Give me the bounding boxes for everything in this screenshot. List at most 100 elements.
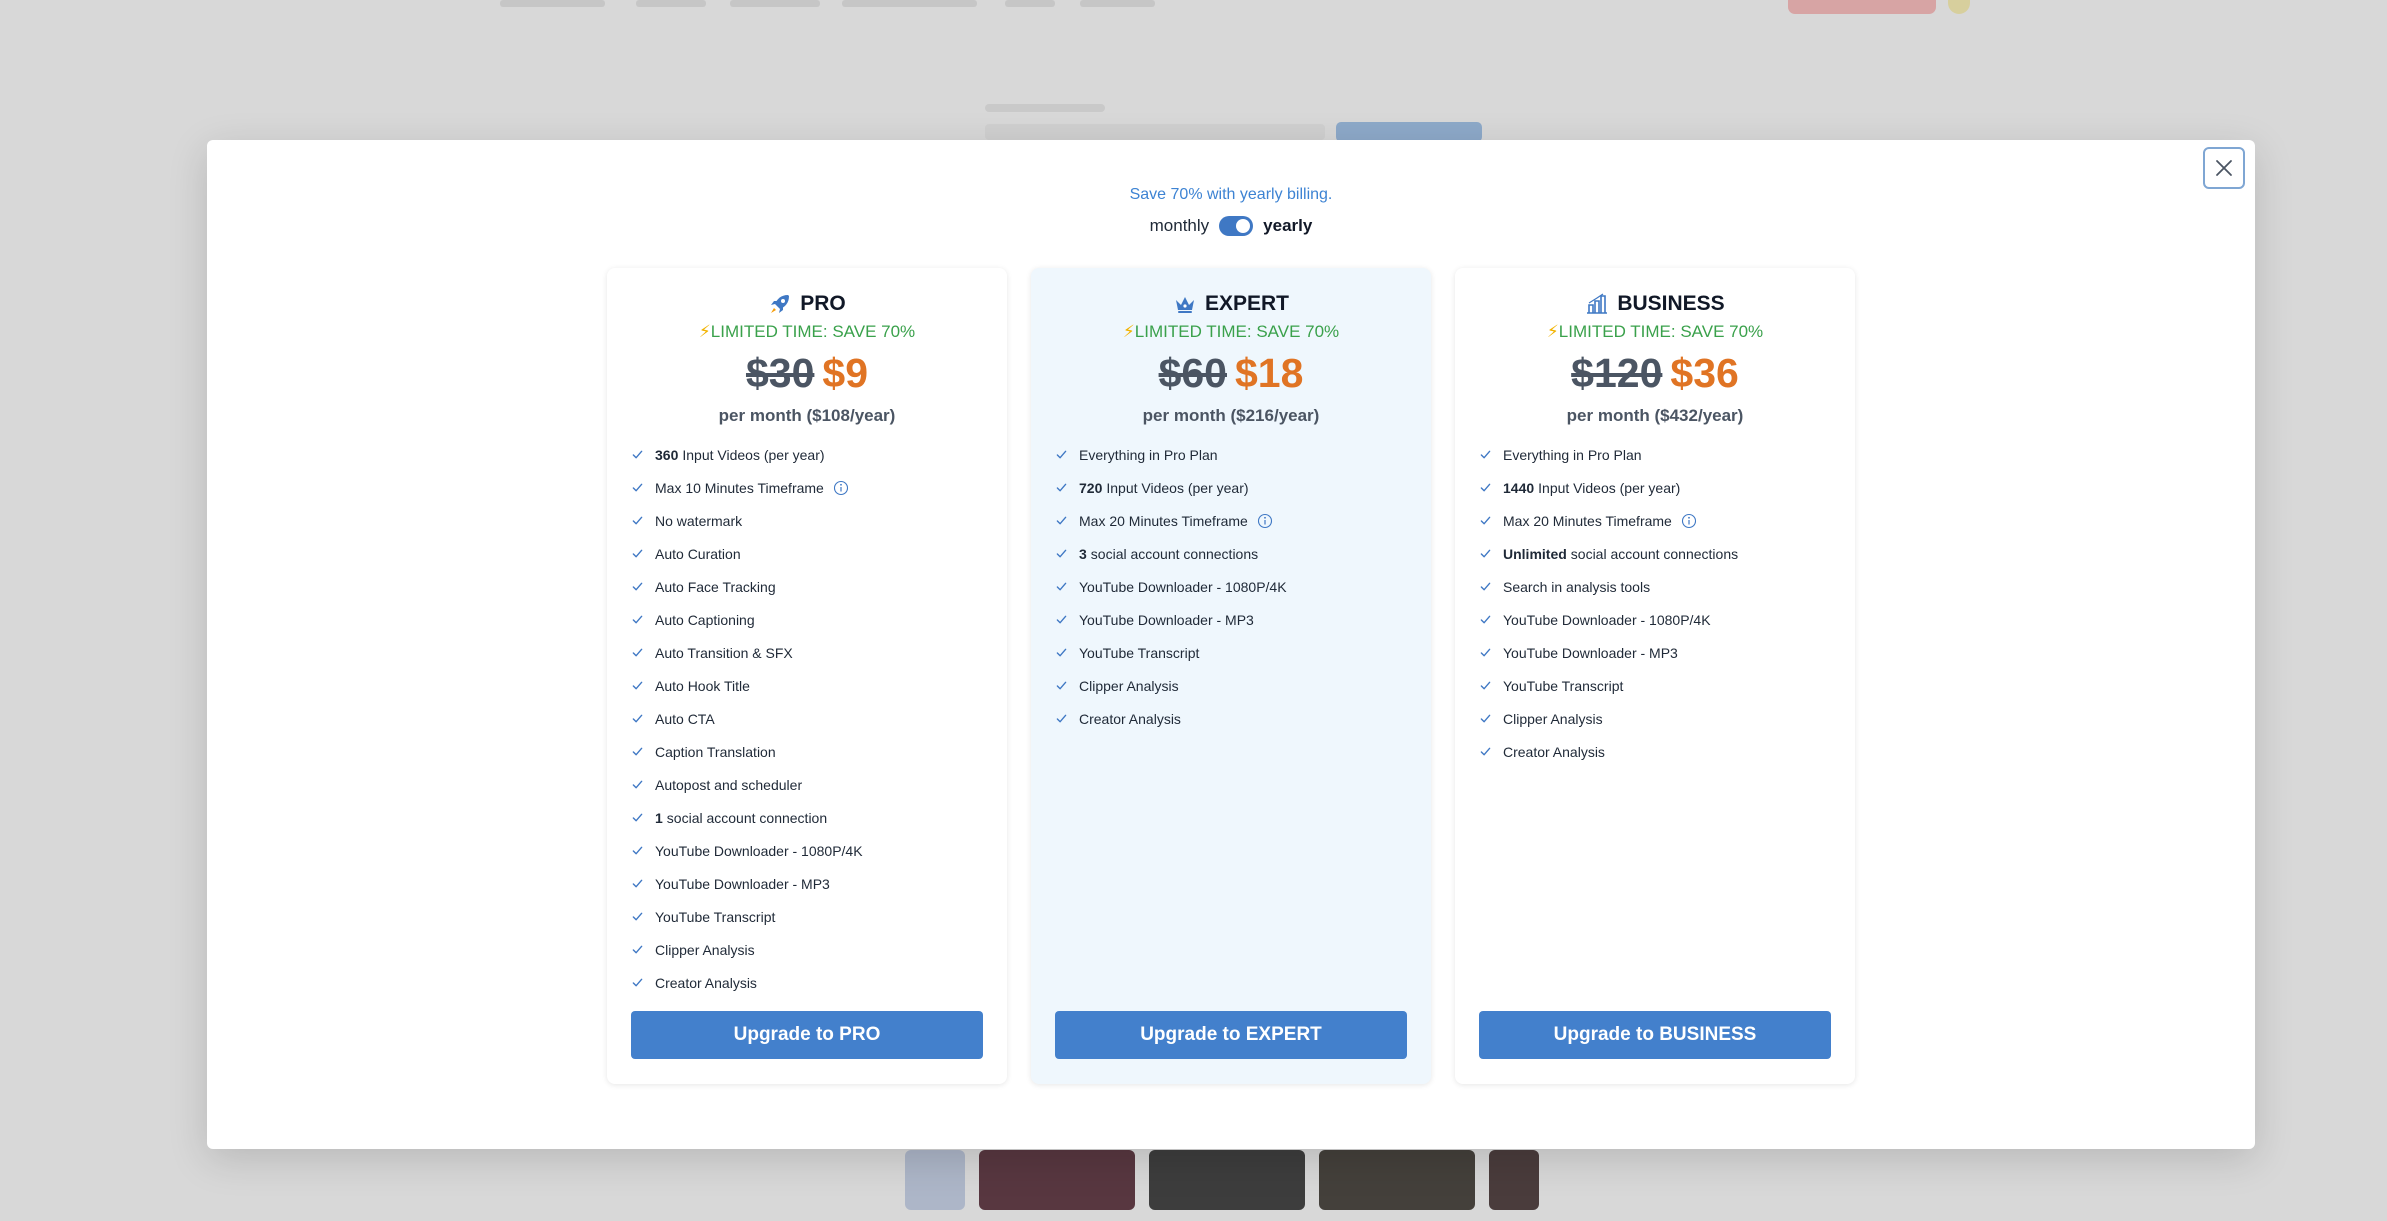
feature-text: YouTube Transcript [655,908,776,925]
feature-item: YouTube Downloader - MP3 [632,867,1007,900]
feature-item: YouTube Transcript [1056,636,1431,669]
plan-card-business: BUSINESS ⚡LIMITED TIME: SAVE 70% $120 $36… [1455,268,1855,1084]
check-icon [1056,483,1067,492]
feature-item: Everything in Pro Plan [1480,438,1855,471]
feature-text: YouTube Transcript [1503,677,1624,694]
feature-text: social account connections [1090,545,1259,562]
feature-item: Caption Translation [632,735,1007,768]
feature-text: social account connection [666,809,828,826]
feature-item: Clipper Analysis [632,933,1007,966]
feature-item: YouTube Downloader - 1080P/4K [1056,570,1431,603]
feature-text: Everything in Pro Plan [1503,446,1642,463]
limited-offer: ⚡LIMITED TIME: SAVE 70% [698,322,916,341]
feature-text: Auto CTA [655,710,715,727]
yearly-promo-text: Save 70% with yearly billing. [1129,186,1333,203]
check-icon [1056,516,1067,525]
feature-item: Auto Face Tracking [632,570,1007,603]
feature-text: Clipper Analysis [1079,677,1179,694]
plan-price: $60 $18 [1031,350,1431,400]
feature-text: Auto Hook Title [655,677,750,694]
feature-item: Creator Analysis [1056,702,1431,735]
billing-toggle[interactable] [1219,216,1254,236]
feature-item: 3 social account connections [1056,537,1431,570]
upgrade-business-button[interactable]: Upgrade to BUSINESS [1479,1011,1831,1059]
background-button [1336,122,1482,142]
check-icon [1480,615,1491,624]
check-icon [1056,549,1067,558]
feature-item: YouTube Downloader - 1080P/4K [1480,603,1855,636]
check-icon [1056,615,1067,624]
feature-text: YouTube Downloader - MP3 [1079,611,1254,628]
feature-list: Everything in Pro Plan 1440 Input Videos (… [1455,438,1855,768]
pricing-modal: Save 70% with yearly billing. monthly ye… [207,140,2255,1149]
close-button[interactable] [2203,147,2245,189]
feature-text: Input Videos (per year) [1538,479,1681,496]
rocket-icon [771,295,790,313]
feature-item: Creator Analysis [1480,735,1855,768]
feature-item: No watermark [632,504,1007,537]
check-icon [632,879,643,888]
plan-price: $30 $9 [607,350,1007,400]
feature-text: Creator Analysis [1503,743,1605,760]
monthly-label[interactable]: monthly [1150,216,1210,236]
feature-item: Auto Captioning [632,603,1007,636]
check-icon [632,516,643,525]
feature-item: 1 social account connection [632,801,1007,834]
price-period: per month ($108/year) [718,406,896,425]
feature-text: Auto Curation [655,545,741,562]
feature-highlight: 720 [1079,479,1103,496]
feature-item: Autopost and scheduler [632,768,1007,801]
feature-text: YouTube Downloader - 1080P/4K [1503,611,1711,628]
feature-text: Search in analysis tools [1503,578,1651,595]
background-label [985,104,1105,112]
feature-list: 360 Input Videos (per year) Max 10 Minutes… [607,438,1007,999]
check-icon [632,846,643,855]
feature-item: Max 10 Minutes Timeframe [632,471,1007,504]
feature-item: Auto Transition & SFX [632,636,1007,669]
feature-highlight: 1 [655,809,663,826]
old-price: $60 [1158,350,1227,396]
feature-text: Input Videos (per year) [682,446,825,463]
feature-text: YouTube Downloader - 1080P/4K [1079,578,1287,595]
check-icon [632,648,643,657]
feature-text: YouTube Transcript [1079,644,1200,661]
check-icon [1480,648,1491,657]
check-icon [632,450,643,459]
old-price: $120 [1571,350,1663,396]
feature-item: Clipper Analysis [1480,702,1855,735]
check-icon [632,747,643,756]
check-icon [1480,714,1491,723]
feature-text: Autopost and scheduler [655,776,803,793]
feature-item: YouTube Downloader - 1080P/4K [632,834,1007,867]
feature-item: YouTube Downloader - MP3 [1480,636,1855,669]
check-icon [1480,681,1491,690]
feature-item: Auto Curation [632,537,1007,570]
new-price: $36 [1670,350,1739,396]
check-icon [632,714,643,723]
info-icon[interactable] [1257,513,1273,529]
billing-switch: monthly yearly [207,216,2255,236]
upgrade-pro-button[interactable]: Upgrade to PRO [631,1011,983,1059]
feature-item: YouTube Downloader - MP3 [1056,603,1431,636]
close-icon [2216,160,2232,176]
info-icon[interactable] [1681,513,1697,529]
feature-item: Max 20 Minutes Timeframe [1056,504,1431,537]
check-icon [632,582,643,591]
plan-card-expert: EXPERT ⚡LIMITED TIME: SAVE 70% $60 $18 pe… [1031,268,1431,1084]
feature-item: YouTube Transcript [1480,669,1855,702]
check-icon [1056,450,1067,459]
feature-highlight: Unlimited [1503,545,1567,562]
feature-text: social account connections [1570,545,1739,562]
info-icon[interactable] [833,480,849,496]
upgrade-expert-button[interactable]: Upgrade to EXPERT [1055,1011,1407,1059]
feature-item: Creator Analysis [632,966,1007,999]
check-icon [1480,450,1491,459]
plan-header: PRO [607,290,1007,318]
feature-text: Auto Transition & SFX [655,644,793,661]
yearly-label[interactable]: yearly [1263,216,1312,236]
toggle-knob [1236,219,1251,233]
feature-text: Auto Captioning [655,611,755,628]
feature-text: Max 10 Minutes Timeframe [655,479,824,496]
feature-text: Max 20 Minutes Timeframe [1079,512,1248,529]
limited-offer: ⚡LIMITED TIME: SAVE 70% [1122,322,1340,341]
